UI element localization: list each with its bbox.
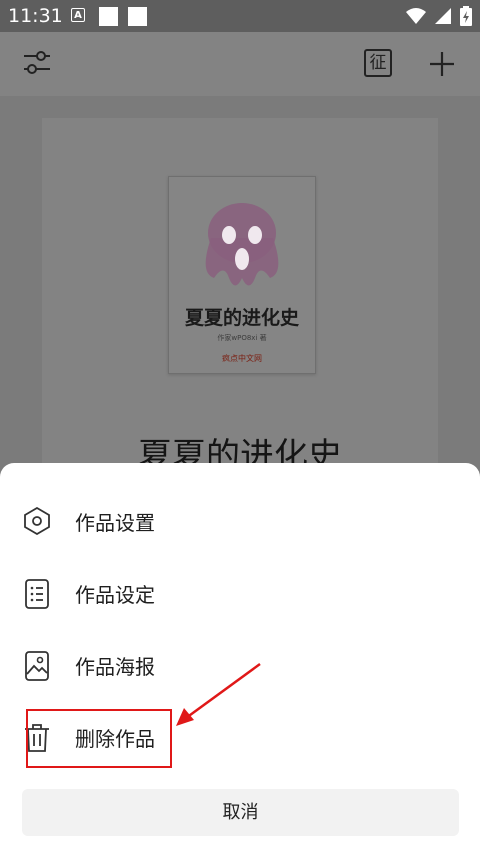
works-content: 夏夏的进化史 作家wPO8xi 著 疯点中文网 夏夏的进化史 <box>0 96 480 478</box>
menu-item-work-setting-doc[interactable]: 作品设定 <box>0 557 480 629</box>
cover-publisher-logo: 疯点中文网 <box>222 354 262 363</box>
menu-item-label: 作品设定 <box>75 583 155 607</box>
status-time: 11:31 <box>8 5 63 27</box>
battery-icon <box>460 6 472 26</box>
notification-square-icon <box>128 7 147 26</box>
notification-square-icon <box>99 7 118 26</box>
work-card[interactable]: 夏夏的进化史 作家wPO8xi 著 疯点中文网 夏夏的进化史 <box>42 118 438 478</box>
zheng-badge-button[interactable]: 征 <box>364 49 392 77</box>
notification-a-icon: A <box>71 8 85 22</box>
cover-title: 夏夏的进化史 <box>184 307 299 329</box>
ghost-illustration <box>205 203 279 286</box>
hexagon-settings-icon <box>24 507 50 535</box>
sliders-icon[interactable] <box>22 50 52 76</box>
image-icon <box>25 651 49 681</box>
action-bottom-sheet: 作品设置 作品设定 作品海报 删除作品 取消 <box>0 463 480 852</box>
top-toolbar: 征 <box>0 32 480 96</box>
annotation-arrow-icon <box>176 662 261 726</box>
highlight-box <box>26 709 172 768</box>
signal-icon <box>435 8 451 24</box>
book-cover[interactable]: 夏夏的进化史 作家wPO8xi 著 疯点中文网 <box>168 176 316 374</box>
screen: 11:31 A 征 夏夏的进化史 作家wPO8xi 著 疯点中文网 夏夏的进化史… <box>0 0 480 852</box>
menu-item-work-settings[interactable]: 作品设置 <box>0 485 480 557</box>
cover-author: 作家wPO8xi 著 <box>217 334 267 342</box>
status-icons <box>406 6 472 26</box>
list-document-icon <box>25 579 49 609</box>
plus-icon[interactable] <box>428 50 456 78</box>
wifi-icon <box>406 8 426 24</box>
menu-item-label: 作品海报 <box>75 655 155 679</box>
status-bar: 11:31 A <box>0 0 480 32</box>
cancel-button[interactable]: 取消 <box>22 789 459 836</box>
zheng-badge-label: 征 <box>369 53 387 73</box>
menu-item-label: 作品设置 <box>75 511 155 535</box>
